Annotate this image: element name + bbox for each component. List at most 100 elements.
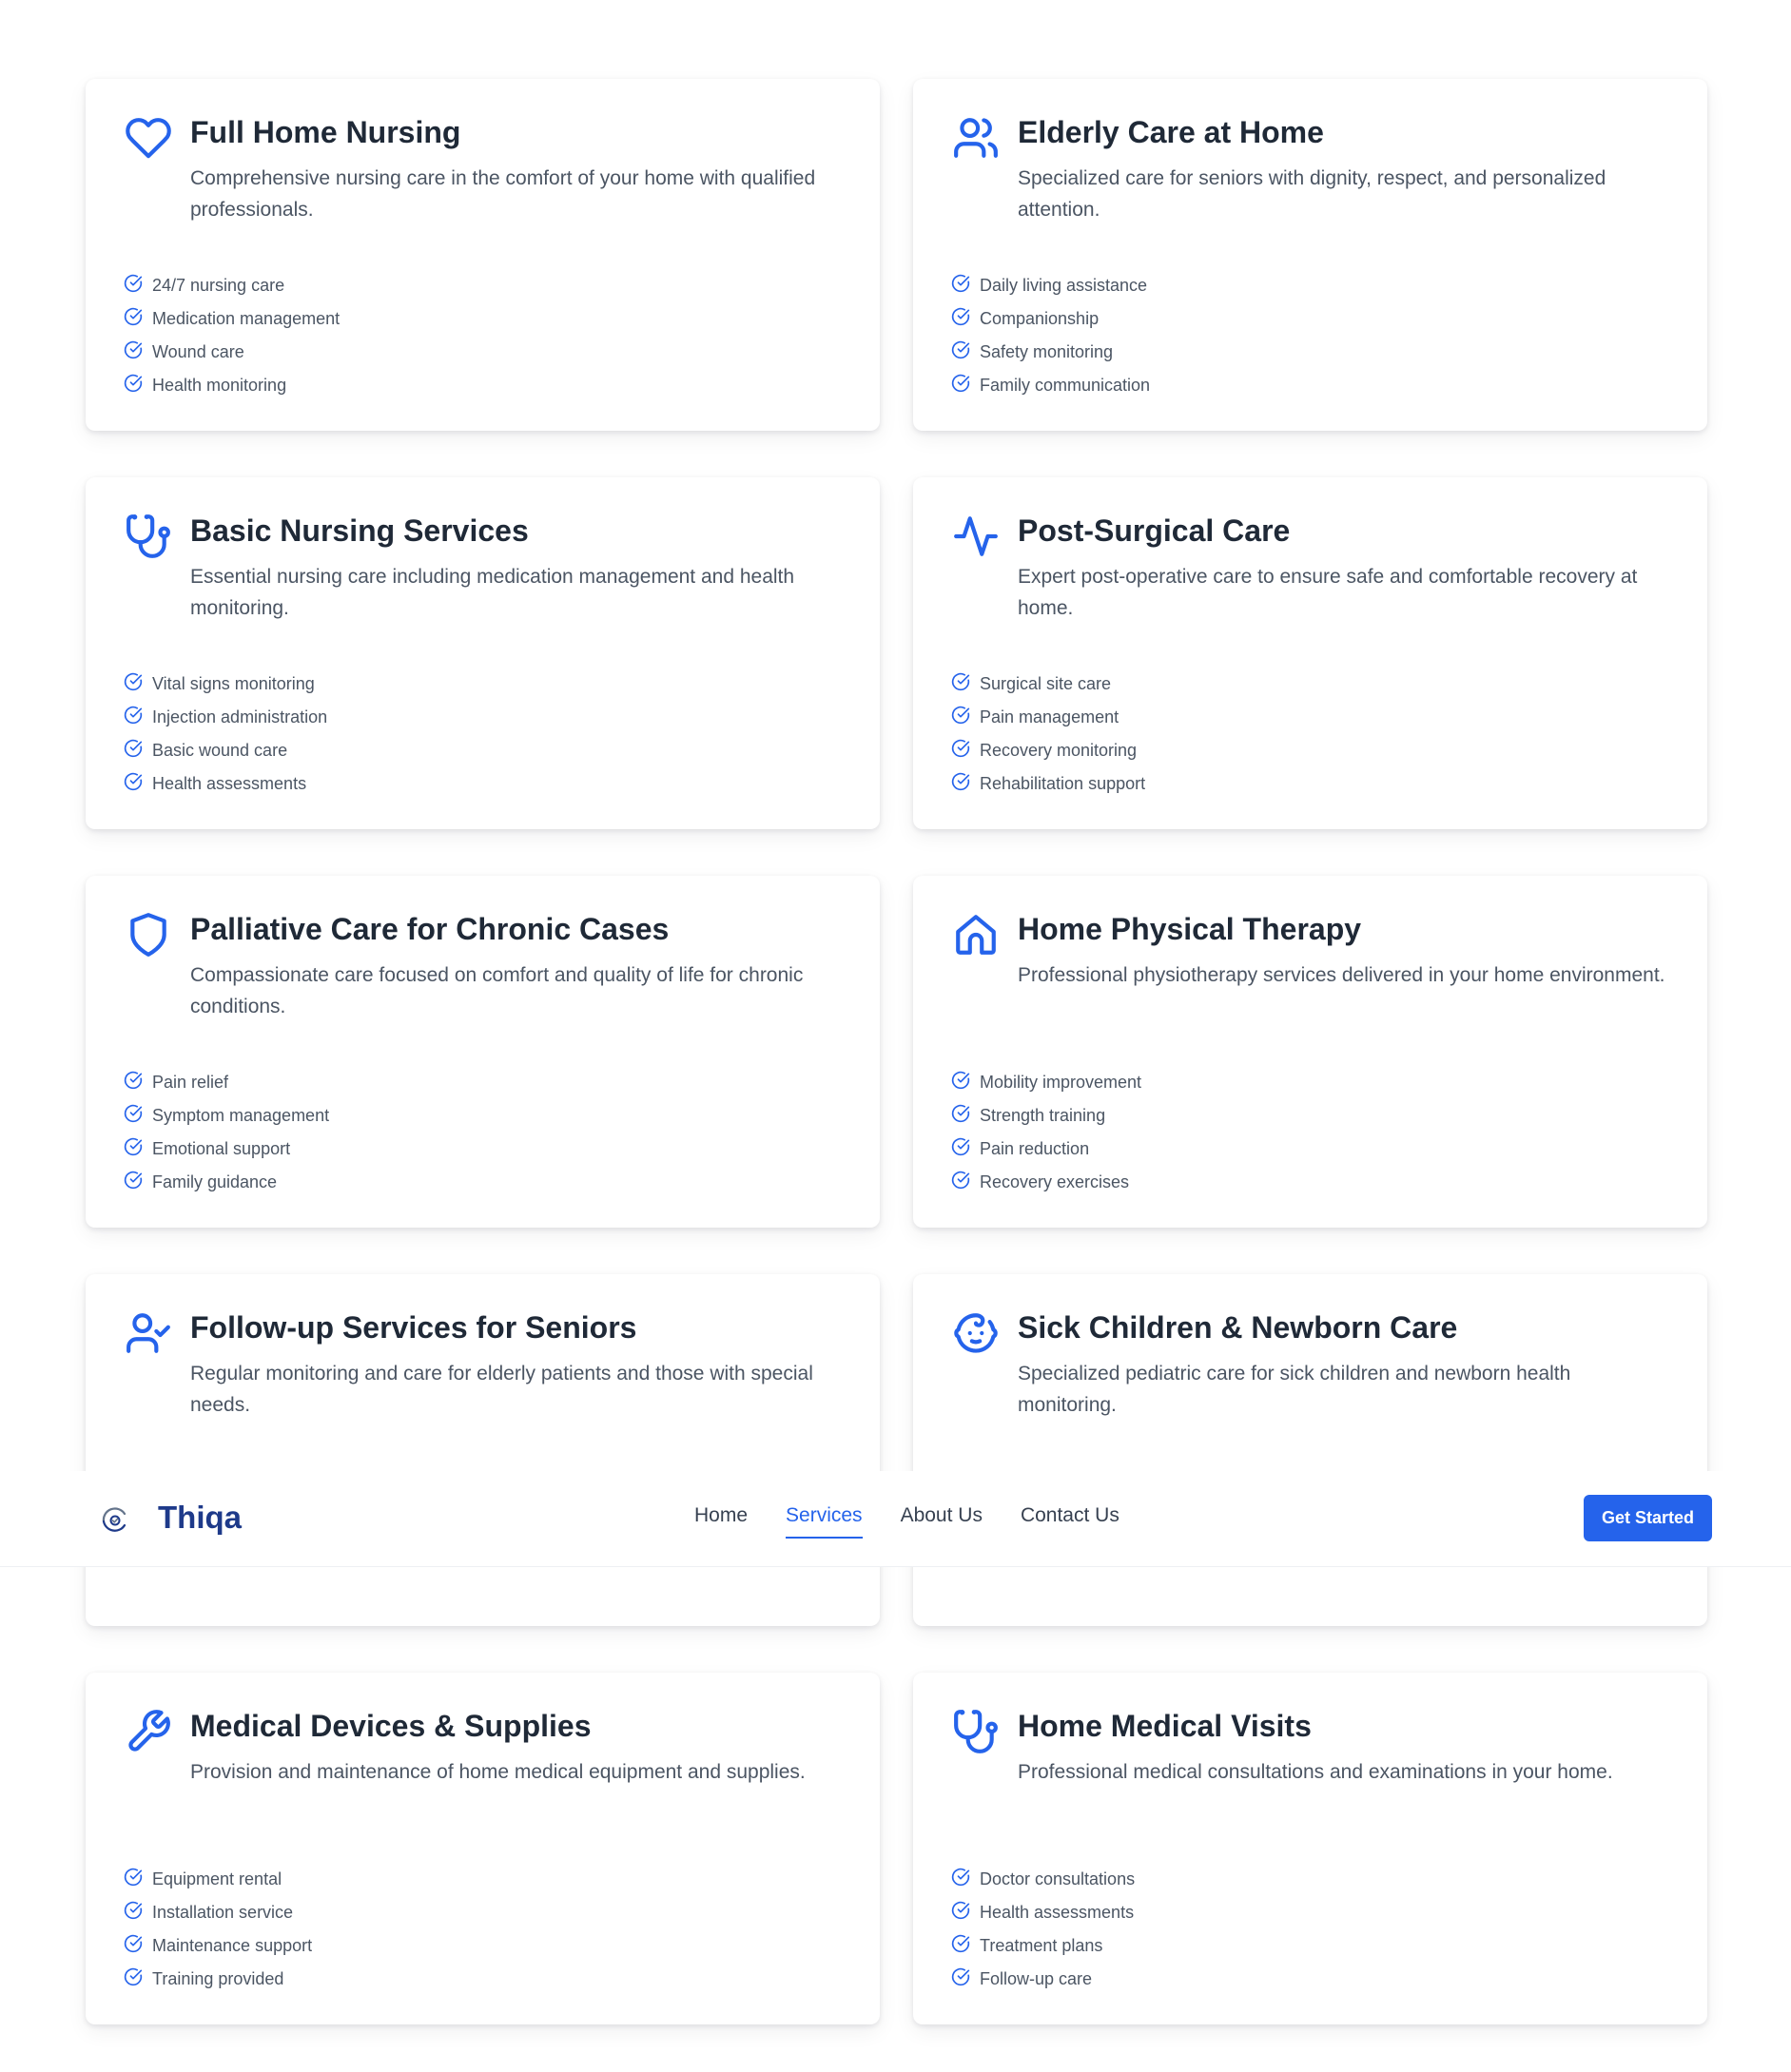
feature-label: Pain relief — [152, 1073, 229, 1092]
nav-link-services[interactable]: Services — [786, 1502, 863, 1539]
check-circle-icon — [124, 1934, 152, 1958]
brand-name[interactable]: Thiqa — [158, 1499, 242, 1537]
feature-label: Injection administration — [152, 707, 328, 726]
service-card-home-physical-therapy[interactable]: Home Physical Therapy Professional physio… — [913, 876, 1707, 1228]
feature-label: Companionship — [980, 309, 1100, 328]
feature-item: 24/7 nursing care — [124, 269, 340, 302]
service-title: Post-Surgical Care — [1018, 513, 1291, 548]
feature-label: Health assessments — [980, 1903, 1135, 1922]
feature-label: Recovery monitoring — [980, 741, 1138, 760]
service-card-basic-nursing-services[interactable]: Basic Nursing Services Essential nursing … — [86, 477, 880, 829]
nav-link-about-us[interactable]: About Us — [901, 1502, 983, 1529]
feature-label: Medication management — [152, 309, 341, 328]
check-circle-icon — [124, 672, 152, 696]
feature-label: Symptom management — [152, 1106, 330, 1125]
service-card-palliative-care-for-chronic-cases[interactable]: Palliative Care for Chronic Cases Compass… — [86, 876, 880, 1228]
stethoscope-icon — [125, 513, 172, 560]
heart-icon — [125, 114, 172, 162]
check-circle-icon — [951, 739, 980, 763]
service-card-follow-up-services-for-seniors[interactable]: Follow-up Services for Seniors Regular mo… — [86, 1274, 880, 1626]
check-circle-icon — [951, 772, 980, 796]
check-circle-icon — [951, 1967, 980, 1991]
feature-item: Companionship — [951, 302, 1150, 336]
feature-item: Pain relief — [124, 1066, 329, 1099]
feature-item: Daily living assistance — [951, 269, 1150, 302]
service-description: Specialized pediatric care for sick chil… — [1018, 1363, 1571, 1416]
check-circle-icon — [124, 374, 152, 397]
service-description: Comprehensive nursing care in the comfor… — [190, 167, 816, 221]
get-started-button[interactable]: Get Started — [1584, 1495, 1712, 1541]
main-nav: Home Services About Us Contact Us — [694, 1502, 1158, 1539]
service-card-home-medical-visits[interactable]: Home Medical Visits Professional medical … — [913, 1673, 1707, 2024]
feature-item: Equipment rental — [124, 1863, 312, 1896]
feature-list: Doctor consultations Health assessments Tr… — [951, 1863, 1135, 1996]
service-card-full-home-nursing[interactable]: Full Home Nursing Comprehensive nursing c… — [86, 79, 880, 431]
wrench-icon — [125, 1708, 172, 1755]
feature-label: Vital signs monitoring — [152, 674, 315, 693]
nav-link-contact-us[interactable]: Contact Us — [1021, 1502, 1119, 1529]
feature-list: Surgical site care Pain management Recover… — [951, 668, 1145, 801]
check-circle-icon — [124, 274, 152, 298]
feature-label: Health monitoring — [152, 376, 287, 395]
feature-item: Maintenance support — [124, 1929, 312, 1963]
feature-item: Health assessments — [951, 1896, 1135, 1929]
feature-item: Wound care — [124, 336, 340, 369]
feature-item: Basic wound care — [124, 734, 327, 767]
check-circle-icon — [124, 1901, 152, 1925]
check-circle-icon — [951, 706, 980, 729]
service-description: Professional physiotherapy services deli… — [1018, 964, 1665, 986]
feature-item: Rehabilitation support — [951, 767, 1145, 801]
feature-list: Vital signs monitoring Injection administ… — [124, 668, 327, 801]
check-circle-icon — [124, 739, 152, 763]
feature-label: Training provided — [152, 1969, 284, 1988]
user-check-icon — [125, 1309, 172, 1357]
feature-label: Wound care — [152, 342, 244, 361]
feature-label: Pain management — [980, 707, 1119, 726]
feature-label: Strength training — [980, 1106, 1106, 1125]
feature-label: Recovery exercises — [980, 1172, 1130, 1191]
feature-label: Doctor consultations — [980, 1869, 1136, 1888]
feature-item: Doctor consultations — [951, 1863, 1135, 1896]
feature-label: Treatment plans — [980, 1936, 1103, 1955]
check-circle-icon — [124, 340, 152, 364]
feature-list: Equipment rental Installation service Main… — [124, 1863, 312, 1996]
feature-item: Injection administration — [124, 701, 327, 734]
services-grid: Full Home Nursing Comprehensive nursing c… — [0, 0, 1791, 2072]
feature-item: Recovery exercises — [951, 1166, 1141, 1199]
service-card-elderly-care-at-home[interactable]: Elderly Care at Home Specialized care for… — [913, 79, 1707, 431]
check-circle-icon — [951, 1934, 980, 1958]
service-card-post-surgical-care[interactable]: Post-Surgical Care Expert post-operative … — [913, 477, 1707, 829]
thiqa-logo-icon[interactable] — [98, 1502, 132, 1537]
service-title: Palliative Care for Chronic Cases — [190, 912, 670, 946]
feature-item: Safety monitoring — [951, 336, 1150, 369]
feature-item: Family guidance — [124, 1166, 329, 1199]
feature-item: Recovery monitoring — [951, 734, 1145, 767]
service-card-medical-devices-and-supplies[interactable]: Medical Devices & Supplies Provision and … — [86, 1673, 880, 2024]
service-card-sick-children-and-newborn-care[interactable]: Sick Children & Newborn Care Specialized … — [913, 1274, 1707, 1626]
feature-label: Maintenance support — [152, 1936, 313, 1955]
check-circle-icon — [951, 307, 980, 331]
service-title: Basic Nursing Services — [190, 513, 529, 548]
feature-label: Emotional support — [152, 1139, 291, 1158]
service-description: Expert post-operative care to ensure saf… — [1018, 566, 1638, 619]
feature-item: Symptom management — [124, 1099, 329, 1133]
check-circle-icon — [951, 1071, 980, 1094]
feature-item: Mobility improvement — [951, 1066, 1141, 1099]
feature-item: Strength training — [951, 1099, 1141, 1133]
check-circle-icon — [951, 274, 980, 298]
nav-link-home[interactable]: Home — [694, 1502, 748, 1529]
check-circle-icon — [951, 1137, 980, 1161]
feature-item: Health assessments — [124, 767, 327, 801]
service-description: Regular monitoring and care for elderly … — [190, 1363, 813, 1416]
feature-label: Surgical site care — [980, 674, 1112, 693]
feature-item: Family communication — [951, 369, 1150, 402]
service-description: Professional medical consultations and e… — [1018, 1761, 1613, 1783]
check-circle-icon — [124, 1868, 152, 1891]
navbar: Thiqa Home Services About Us Contact Us … — [0, 1471, 1791, 1567]
check-circle-icon — [124, 706, 152, 729]
feature-label: Health assessments — [152, 774, 307, 793]
feature-label: Family guidance — [152, 1172, 278, 1191]
users-icon — [952, 114, 1000, 162]
activity-icon — [952, 513, 1000, 560]
service-description: Compassionate care focused on comfort an… — [190, 964, 804, 1017]
